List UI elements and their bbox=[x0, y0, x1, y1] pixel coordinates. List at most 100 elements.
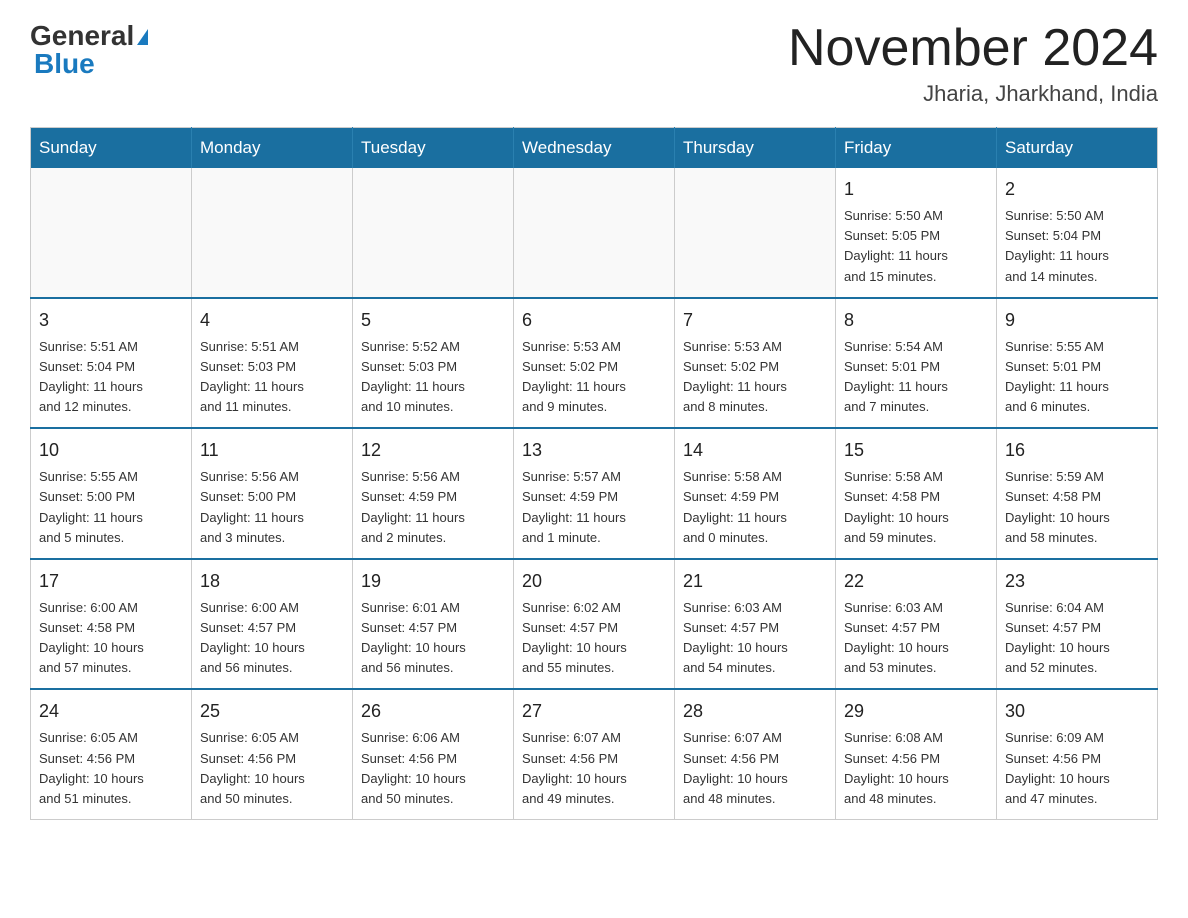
week-row-3: 10 Sunrise: 5:55 AM Sunset: 5:00 PM Dayli… bbox=[31, 428, 1158, 559]
calendar-cell: 7 Sunrise: 5:53 AM Sunset: 5:02 PM Daylig… bbox=[675, 298, 836, 429]
calendar-cell: 13Sunrise: 5:57 AM Sunset: 4:59 PM Dayli… bbox=[514, 428, 675, 559]
day-number: 27 bbox=[522, 698, 666, 725]
calendar-cell: 6Sunrise: 5:53 AM Sunset: 5:02 PM Daylig… bbox=[514, 298, 675, 429]
day-info: Sunrise: 6:07 AM Sunset: 4:56 PM Dayligh… bbox=[522, 728, 666, 809]
logo-blue: Blue bbox=[30, 48, 95, 80]
calendar-cell: 8 Sunrise: 5:54 AM Sunset: 5:01 PM Daylig… bbox=[836, 298, 997, 429]
logo: General Blue bbox=[30, 20, 148, 80]
calendar-cell bbox=[514, 168, 675, 298]
day-number: 3 bbox=[39, 307, 183, 334]
day-info: Sunrise: 5:52 AM Sunset: 5:03 PM Dayligh… bbox=[361, 337, 505, 418]
day-number: 19 bbox=[361, 568, 505, 595]
calendar-cell: 5 Sunrise: 5:52 AM Sunset: 5:03 PM Daylig… bbox=[353, 298, 514, 429]
calendar-cell: 28 Sunrise: 6:07 AM Sunset: 4:56 PM Dayli… bbox=[675, 689, 836, 819]
day-number: 8 bbox=[844, 307, 988, 334]
weekday-header-sunday: Sunday bbox=[31, 128, 192, 169]
day-info: Sunrise: 6:00 AM Sunset: 4:58 PM Dayligh… bbox=[39, 598, 183, 679]
day-info: Sunrise: 5:53 AM Sunset: 5:02 PM Dayligh… bbox=[683, 337, 827, 418]
day-number: 25 bbox=[200, 698, 344, 725]
week-row-5: 24 Sunrise: 6:05 AM Sunset: 4:56 PM Dayli… bbox=[31, 689, 1158, 819]
day-info: Sunrise: 5:50 AM Sunset: 5:04 PM Dayligh… bbox=[1005, 206, 1149, 287]
calendar-cell: 3 Sunrise: 5:51 AM Sunset: 5:04 PM Daylig… bbox=[31, 298, 192, 429]
day-info: Sunrise: 6:03 AM Sunset: 4:57 PM Dayligh… bbox=[683, 598, 827, 679]
day-number: 24 bbox=[39, 698, 183, 725]
day-number: 22 bbox=[844, 568, 988, 595]
day-number: 9 bbox=[1005, 307, 1149, 334]
title-section: November 2024 Jharia, Jharkhand, India bbox=[788, 20, 1158, 107]
day-info: Sunrise: 6:05 AM Sunset: 4:56 PM Dayligh… bbox=[200, 728, 344, 809]
calendar-cell: 19 Sunrise: 6:01 AM Sunset: 4:57 PM Dayli… bbox=[353, 559, 514, 690]
calendar-cell: 4Sunrise: 5:51 AM Sunset: 5:03 PM Daylig… bbox=[192, 298, 353, 429]
day-info: Sunrise: 5:55 AM Sunset: 5:00 PM Dayligh… bbox=[39, 467, 183, 548]
day-number: 18 bbox=[200, 568, 344, 595]
location-title: Jharia, Jharkhand, India bbox=[788, 81, 1158, 107]
calendar-cell: 17 Sunrise: 6:00 AM Sunset: 4:58 PM Dayli… bbox=[31, 559, 192, 690]
day-info: Sunrise: 6:06 AM Sunset: 4:56 PM Dayligh… bbox=[361, 728, 505, 809]
day-number: 26 bbox=[361, 698, 505, 725]
day-info: Sunrise: 5:59 AM Sunset: 4:58 PM Dayligh… bbox=[1005, 467, 1149, 548]
day-info: Sunrise: 5:50 AM Sunset: 5:05 PM Dayligh… bbox=[844, 206, 988, 287]
calendar-cell bbox=[675, 168, 836, 298]
day-info: Sunrise: 6:00 AM Sunset: 4:57 PM Dayligh… bbox=[200, 598, 344, 679]
calendar-cell: 27 Sunrise: 6:07 AM Sunset: 4:56 PM Dayli… bbox=[514, 689, 675, 819]
calendar-cell: 25 Sunrise: 6:05 AM Sunset: 4:56 PM Dayli… bbox=[192, 689, 353, 819]
calendar-cell: 1 Sunrise: 5:50 AM Sunset: 5:05 PM Daylig… bbox=[836, 168, 997, 298]
calendar-cell: 12Sunrise: 5:56 AM Sunset: 4:59 PM Dayli… bbox=[353, 428, 514, 559]
day-number: 12 bbox=[361, 437, 505, 464]
day-number: 11 bbox=[200, 437, 344, 464]
day-info: Sunrise: 5:56 AM Sunset: 5:00 PM Dayligh… bbox=[200, 467, 344, 548]
day-info: Sunrise: 5:51 AM Sunset: 5:04 PM Dayligh… bbox=[39, 337, 183, 418]
calendar-cell bbox=[31, 168, 192, 298]
weekday-header-wednesday: Wednesday bbox=[514, 128, 675, 169]
weekday-header-saturday: Saturday bbox=[997, 128, 1158, 169]
calendar-cell: 20 Sunrise: 6:02 AM Sunset: 4:57 PM Dayli… bbox=[514, 559, 675, 690]
day-number: 17 bbox=[39, 568, 183, 595]
day-info: Sunrise: 6:05 AM Sunset: 4:56 PM Dayligh… bbox=[39, 728, 183, 809]
day-info: Sunrise: 6:07 AM Sunset: 4:56 PM Dayligh… bbox=[683, 728, 827, 809]
day-number: 1 bbox=[844, 176, 988, 203]
day-info: Sunrise: 6:03 AM Sunset: 4:57 PM Dayligh… bbox=[844, 598, 988, 679]
day-info: Sunrise: 6:02 AM Sunset: 4:57 PM Dayligh… bbox=[522, 598, 666, 679]
day-info: Sunrise: 5:51 AM Sunset: 5:03 PM Dayligh… bbox=[200, 337, 344, 418]
calendar-cell: 30 Sunrise: 6:09 AM Sunset: 4:56 PM Dayli… bbox=[997, 689, 1158, 819]
calendar-cell: 14Sunrise: 5:58 AM Sunset: 4:59 PM Dayli… bbox=[675, 428, 836, 559]
day-info: Sunrise: 6:08 AM Sunset: 4:56 PM Dayligh… bbox=[844, 728, 988, 809]
day-info: Sunrise: 5:54 AM Sunset: 5:01 PM Dayligh… bbox=[844, 337, 988, 418]
calendar-cell: 11 Sunrise: 5:56 AM Sunset: 5:00 PM Dayli… bbox=[192, 428, 353, 559]
day-info: Sunrise: 6:09 AM Sunset: 4:56 PM Dayligh… bbox=[1005, 728, 1149, 809]
day-number: 7 bbox=[683, 307, 827, 334]
calendar-cell: 9 Sunrise: 5:55 AM Sunset: 5:01 PM Daylig… bbox=[997, 298, 1158, 429]
calendar-cell: 10 Sunrise: 5:55 AM Sunset: 5:00 PM Dayli… bbox=[31, 428, 192, 559]
day-info: Sunrise: 5:58 AM Sunset: 4:59 PM Dayligh… bbox=[683, 467, 827, 548]
day-number: 28 bbox=[683, 698, 827, 725]
logo-triangle bbox=[137, 29, 148, 45]
calendar-cell: 18 Sunrise: 6:00 AM Sunset: 4:57 PM Dayli… bbox=[192, 559, 353, 690]
weekday-header-tuesday: Tuesday bbox=[353, 128, 514, 169]
day-number: 2 bbox=[1005, 176, 1149, 203]
calendar-cell: 22 Sunrise: 6:03 AM Sunset: 4:57 PM Dayli… bbox=[836, 559, 997, 690]
day-number: 5 bbox=[361, 307, 505, 334]
day-number: 23 bbox=[1005, 568, 1149, 595]
month-title: November 2024 bbox=[788, 20, 1158, 77]
weekday-header-thursday: Thursday bbox=[675, 128, 836, 169]
week-row-1: 1 Sunrise: 5:50 AM Sunset: 5:05 PM Daylig… bbox=[31, 168, 1158, 298]
page-header: General Blue November 2024 Jharia, Jhark… bbox=[30, 20, 1158, 107]
day-number: 21 bbox=[683, 568, 827, 595]
day-number: 29 bbox=[844, 698, 988, 725]
calendar-table: SundayMondayTuesdayWednesdayThursdayFrid… bbox=[30, 127, 1158, 820]
calendar-cell bbox=[192, 168, 353, 298]
day-info: Sunrise: 5:55 AM Sunset: 5:01 PM Dayligh… bbox=[1005, 337, 1149, 418]
day-number: 10 bbox=[39, 437, 183, 464]
weekday-header-monday: Monday bbox=[192, 128, 353, 169]
calendar-cell: 29 Sunrise: 6:08 AM Sunset: 4:56 PM Dayli… bbox=[836, 689, 997, 819]
day-number: 30 bbox=[1005, 698, 1149, 725]
calendar-cell: 16Sunrise: 5:59 AM Sunset: 4:58 PM Dayli… bbox=[997, 428, 1158, 559]
day-info: Sunrise: 6:01 AM Sunset: 4:57 PM Dayligh… bbox=[361, 598, 505, 679]
calendar-cell: 15Sunrise: 5:58 AM Sunset: 4:58 PM Dayli… bbox=[836, 428, 997, 559]
day-number: 20 bbox=[522, 568, 666, 595]
day-info: Sunrise: 5:53 AM Sunset: 5:02 PM Dayligh… bbox=[522, 337, 666, 418]
day-number: 13 bbox=[522, 437, 666, 464]
calendar-cell: 21 Sunrise: 6:03 AM Sunset: 4:57 PM Dayli… bbox=[675, 559, 836, 690]
calendar-cell bbox=[353, 168, 514, 298]
calendar-cell: 24 Sunrise: 6:05 AM Sunset: 4:56 PM Dayli… bbox=[31, 689, 192, 819]
